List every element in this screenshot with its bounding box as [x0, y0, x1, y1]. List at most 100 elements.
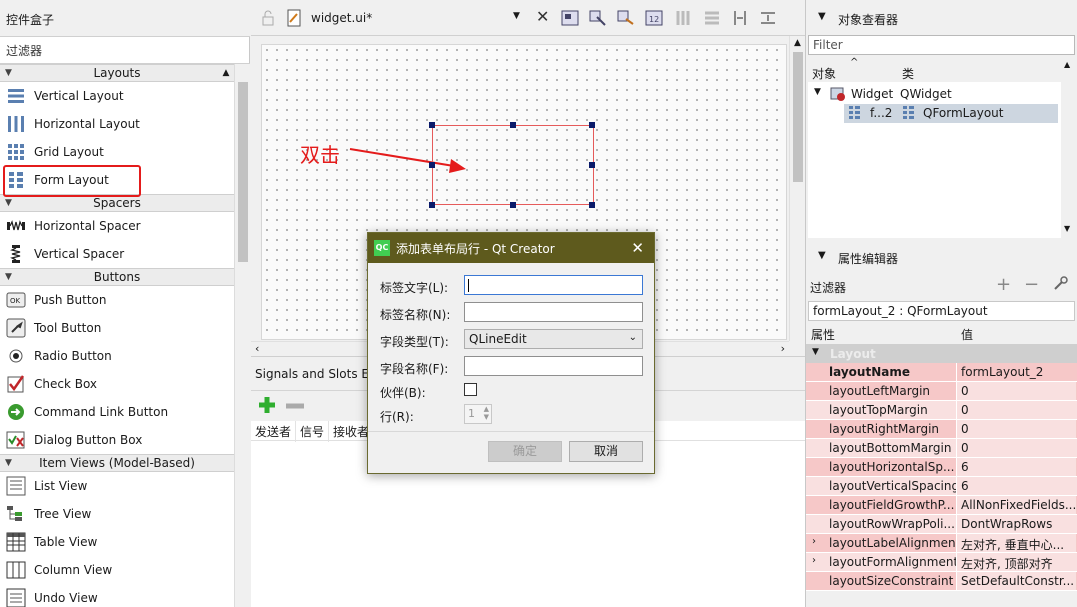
widget-box-scrollbar[interactable]: [234, 64, 250, 607]
dialog-titlebar[interactable]: QC 添加表单布局行 - Qt Creator ✕: [368, 233, 654, 263]
item-table-view[interactable]: Table View: [0, 528, 234, 556]
property-row[interactable]: › layoutFormAlignment 左对齐, 顶部对齐: [806, 553, 1077, 572]
cancel-button[interactable]: 取消: [569, 441, 643, 462]
scroll-up-icon[interactable]: ▲: [218, 65, 234, 81]
tree-row-formlayout[interactable]: f...2 QFormLayout: [844, 104, 1058, 123]
scroll-right-icon[interactable]: ›: [781, 342, 785, 355]
item-vertical-spacer[interactable]: Vertical Spacer: [0, 240, 234, 268]
property-row[interactable]: layoutName formLayout_2: [806, 363, 1077, 382]
property-row[interactable]: layoutRightMargin 0: [806, 420, 1077, 439]
resize-handle[interactable]: [429, 202, 435, 208]
edit-tab-order-icon[interactable]: 12: [645, 9, 663, 27]
close-icon[interactable]: ✕: [536, 7, 549, 26]
resize-handle[interactable]: [589, 122, 595, 128]
object-filter-input[interactable]: Filter: [808, 35, 1075, 55]
add-property-icon[interactable]: +: [996, 274, 1011, 295]
expand-icon[interactable]: ›: [812, 555, 816, 566]
remove-connection-icon[interactable]: [285, 396, 305, 419]
scroll-thumb[interactable]: [238, 82, 248, 262]
property-row[interactable]: layoutHorizontalSp... 6: [806, 458, 1077, 477]
column-class[interactable]: 类: [902, 65, 914, 82]
field-type-select[interactable]: QLineEdit ⌄: [464, 329, 643, 349]
item-vertical-layout[interactable]: Vertical Layout: [0, 82, 234, 110]
spin-arrows-icon[interactable]: ▲ ▼: [484, 405, 489, 421]
property-value[interactable]: 6: [956, 477, 1076, 495]
item-tool-button[interactable]: Tool Button: [0, 314, 234, 342]
label-name-input[interactable]: [464, 302, 643, 322]
label-text-input[interactable]: [464, 275, 643, 295]
property-row[interactable]: layoutFieldGrowthP... AllNonFixedFields..…: [806, 496, 1077, 515]
item-undo-view[interactable]: Undo View: [0, 584, 234, 607]
ok-button[interactable]: 确定: [488, 441, 562, 462]
property-value[interactable]: 左对齐, 垂直中心...: [956, 534, 1076, 552]
configure-icon[interactable]: [1052, 276, 1068, 295]
property-row[interactable]: layoutLeftMargin 0: [806, 382, 1077, 401]
collapse-icon[interactable]: ▼: [818, 11, 826, 22]
property-value[interactable]: 左对齐, 顶部对齐: [956, 553, 1076, 571]
file-name[interactable]: widget.ui*: [311, 11, 372, 25]
file-dropdown-icon[interactable]: ▼: [513, 11, 520, 21]
item-horizontal-layout[interactable]: Horizontal Layout: [0, 110, 234, 138]
item-push-button[interactable]: OK Push Button: [0, 286, 234, 314]
resize-handle[interactable]: [589, 202, 595, 208]
resize-handle[interactable]: [429, 162, 435, 168]
canvas-vertical-scrollbar[interactable]: ▲: [789, 36, 805, 341]
remove-property-icon[interactable]: −: [1024, 274, 1039, 295]
item-dialog-button-box[interactable]: Dialog Button Box: [0, 426, 234, 454]
property-group-layout[interactable]: ▼ Layout: [806, 344, 1077, 363]
buddy-checkbox[interactable]: [464, 383, 477, 396]
splitter-vertical-icon[interactable]: [759, 9, 777, 27]
property-row[interactable]: layoutRowWrapPoli... DontWrapRows: [806, 515, 1077, 534]
expand-icon[interactable]: ▼: [814, 87, 821, 97]
property-value[interactable]: 0: [956, 439, 1076, 457]
expand-icon[interactable]: ›: [812, 536, 816, 547]
scroll-left-icon[interactable]: ‹: [255, 342, 259, 355]
resize-handle[interactable]: [510, 122, 516, 128]
column-value[interactable]: 值: [961, 326, 973, 343]
item-list-view[interactable]: List View: [0, 472, 234, 500]
collapse-icon[interactable]: ▼: [818, 250, 826, 261]
property-value[interactable]: 0: [956, 382, 1076, 400]
field-name-input[interactable]: [464, 356, 643, 376]
category-layouts[interactable]: ▼ Layouts ▲: [0, 64, 234, 82]
layout-vertical-icon[interactable]: [703, 9, 721, 27]
column-object[interactable]: 对象: [812, 65, 836, 82]
edit-widgets-icon[interactable]: [561, 9, 579, 27]
edit-buddies-icon[interactable]: [617, 9, 635, 27]
property-row[interactable]: layoutSizeConstraint SetDefaultConstr...: [806, 572, 1077, 591]
widget-box-filter[interactable]: 过滤器: [0, 36, 250, 64]
column-signal[interactable]: 信号: [296, 421, 330, 442]
property-value[interactable]: AllNonFixedFields...: [956, 496, 1076, 514]
property-row[interactable]: layoutTopMargin 0: [806, 401, 1077, 420]
item-check-box[interactable]: Check Box: [0, 370, 234, 398]
row-spinbox[interactable]: 1 ▲ ▼: [464, 404, 492, 424]
dialog-close-icon[interactable]: ✕: [631, 239, 644, 257]
property-value[interactable]: SetDefaultConstr...: [956, 572, 1076, 590]
resize-handle[interactable]: [589, 162, 595, 168]
scroll-up-icon[interactable]: ▲: [794, 38, 801, 48]
column-sender[interactable]: 发送者: [251, 421, 297, 442]
add-connection-icon[interactable]: [257, 395, 277, 418]
property-row[interactable]: layoutBottomMargin 0: [806, 439, 1077, 458]
property-value[interactable]: formLayout_2: [956, 363, 1076, 381]
resize-handle[interactable]: [510, 202, 516, 208]
expand-icon[interactable]: ▼: [812, 347, 819, 357]
scroll-up-icon[interactable]: ▲: [1064, 60, 1070, 69]
scroll-down-icon[interactable]: ▼: [1064, 224, 1070, 233]
property-row[interactable]: layoutVerticalSpacing 6: [806, 477, 1077, 496]
item-command-link-button[interactable]: Command Link Button: [0, 398, 234, 426]
item-column-view[interactable]: Column View: [0, 556, 234, 584]
property-row[interactable]: › layoutLabelAlignment 左对齐, 垂直中心...: [806, 534, 1077, 553]
edit-signals-icon[interactable]: [589, 9, 607, 27]
item-grid-layout[interactable]: Grid Layout: [0, 138, 234, 166]
splitter-horizontal-icon[interactable]: [731, 9, 749, 27]
property-value[interactable]: DontWrapRows: [956, 515, 1076, 533]
resize-handle[interactable]: [429, 122, 435, 128]
object-tree-scrollbar[interactable]: ▲ ▼: [1061, 56, 1075, 238]
form-layout-frame[interactable]: [429, 122, 595, 208]
item-tree-view[interactable]: Tree View: [0, 500, 234, 528]
tree-row-widget[interactable]: ▼ Widget QWidget: [808, 85, 1075, 104]
property-value[interactable]: 6: [956, 458, 1076, 476]
property-value[interactable]: 0: [956, 401, 1076, 419]
category-item-views[interactable]: ▼ Item Views (Model-Based): [0, 454, 234, 472]
